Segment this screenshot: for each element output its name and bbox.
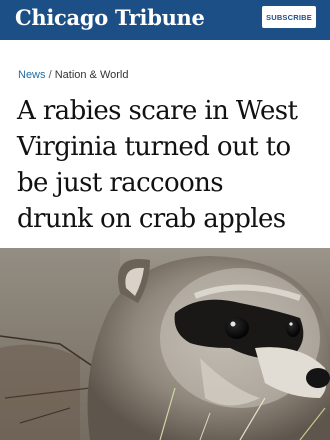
masthead: Chicago Tribune SUBSCRIBE bbox=[0, 0, 330, 40]
breadcrumb-nation-world-link[interactable]: Nation & World bbox=[55, 69, 129, 81]
headline-line: drunk on crab apples bbox=[17, 204, 286, 234]
headline-line: be just raccoons bbox=[17, 168, 224, 198]
article-headline: A rabies scare in West Virginia turned o… bbox=[17, 93, 322, 237]
raccoon-photo-illustration bbox=[0, 248, 330, 440]
headline-line: A rabies scare in West bbox=[17, 96, 298, 126]
article-hero-image[interactable] bbox=[0, 248, 330, 440]
breadcrumb: News / Nation & World bbox=[18, 69, 128, 82]
headline-line: Virginia turned out to bbox=[17, 132, 291, 162]
subscribe-button[interactable]: SUBSCRIBE bbox=[262, 6, 316, 28]
breadcrumb-news-link[interactable]: News bbox=[18, 69, 46, 81]
chicago-tribune-logo[interactable]: Chicago Tribune bbox=[15, 5, 205, 31]
